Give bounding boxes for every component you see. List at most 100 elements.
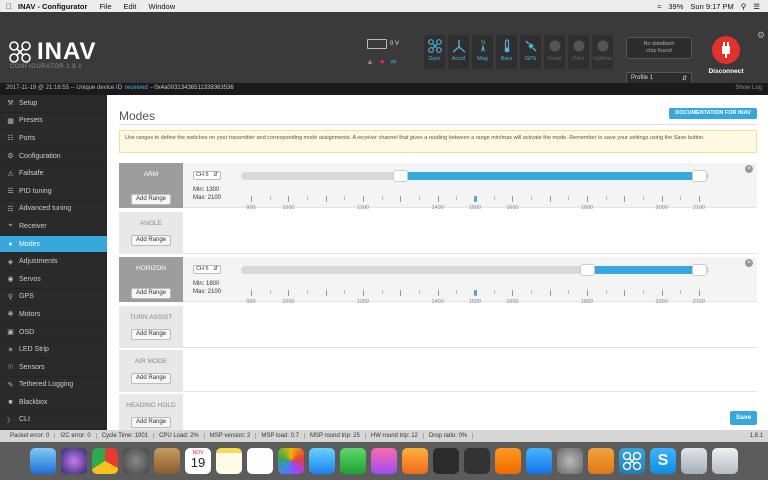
trash-icon[interactable] bbox=[712, 448, 738, 474]
sidebar-item-pid-tuning[interactable]: ☰ PID tuning bbox=[0, 183, 107, 201]
menu-list-icon[interactable]: ☰ bbox=[753, 2, 760, 11]
calendar-icon[interactable]: NOV 19 bbox=[185, 448, 211, 474]
sidebar-item-setup[interactable]: ⚒ Setup bbox=[0, 95, 107, 113]
range-slider[interactable]: 900 1000 1200 1400 1500 1600 1800 2000 2100 bbox=[241, 170, 709, 211]
range-handle-max[interactable] bbox=[692, 170, 707, 182]
mode-range-area bbox=[183, 306, 757, 348]
vlc-icon[interactable] bbox=[495, 448, 521, 474]
battery-percent[interactable]: 39% bbox=[668, 2, 683, 11]
add-range-button[interactable]: Add Range bbox=[131, 194, 171, 205]
chrome-icon[interactable] bbox=[92, 448, 118, 474]
menu-app-name[interactable]: INAV - Configurator bbox=[18, 2, 87, 11]
menu-edit[interactable]: Edit bbox=[124, 2, 137, 11]
sidebar-item-cli[interactable]: 〉 CLI bbox=[0, 412, 107, 430]
sidebar-item-gps[interactable]: ⚲ GPS bbox=[0, 289, 107, 307]
siri-icon[interactable] bbox=[61, 448, 87, 474]
channel-select[interactable]: CH 5 ⇵ bbox=[193, 171, 221, 180]
sidebar-item-osd[interactable]: ▣ OSD bbox=[0, 324, 107, 342]
add-range-button[interactable]: Add Range bbox=[131, 329, 171, 340]
range-handle-max[interactable] bbox=[692, 264, 707, 276]
add-range-button[interactable]: Add Range bbox=[131, 288, 171, 299]
apple-icon[interactable]:  bbox=[0, 2, 18, 11]
app-store-icon[interactable] bbox=[526, 448, 552, 474]
warning-icon: ▲ bbox=[366, 57, 374, 66]
add-range-button[interactable]: Add Range bbox=[131, 373, 171, 384]
clock[interactable]: Sun 9:17 PM bbox=[690, 2, 733, 11]
remove-range-icon[interactable]: × bbox=[745, 259, 753, 267]
sidebar-item-modes[interactable]: ● Modes bbox=[0, 235, 107, 254]
sidebar-item-motors[interactable]: ❋ Motors bbox=[0, 306, 107, 324]
sidebar-item-tethered-logging[interactable]: ✎ Tethered Logging bbox=[0, 377, 107, 395]
scale-tick-label: 1400 bbox=[431, 299, 444, 305]
contacts-icon[interactable] bbox=[154, 448, 180, 474]
show-log-link[interactable]: Show Log bbox=[735, 85, 762, 93]
mode-row-heading-hold: HEADING HOLD Add Range bbox=[119, 394, 757, 430]
skype-icon[interactable]: S bbox=[650, 448, 676, 474]
wifi-icon[interactable]: ≈ bbox=[657, 2, 661, 11]
range-handle-min[interactable] bbox=[393, 170, 409, 182]
reminders-icon[interactable] bbox=[247, 448, 273, 474]
add-range-button[interactable]: Add Range bbox=[131, 417, 171, 428]
scale-tick bbox=[680, 290, 682, 294]
menu-window[interactable]: Window bbox=[148, 2, 175, 11]
scale-tick bbox=[344, 196, 346, 200]
ibooks-icon[interactable] bbox=[402, 448, 428, 474]
brand-name: INAV bbox=[37, 38, 97, 65]
itunes-icon[interactable] bbox=[371, 448, 397, 474]
sensor-status-bar: Gyro Accel N Mag Baro GPS Sonar Pitot Optflow bbox=[424, 35, 613, 69]
sidebar-item-receiver[interactable]: ⌖ Receiver bbox=[0, 218, 107, 236]
scale-tick bbox=[456, 290, 458, 294]
sidebar-item-led-strip[interactable]: ☀ LED Strip bbox=[0, 341, 107, 359]
sidebar-item-label: Receiver bbox=[19, 222, 47, 230]
status-item: I2C error: 0 bbox=[55, 433, 97, 439]
finder-icon[interactable] bbox=[30, 448, 56, 474]
scale-tick bbox=[363, 290, 364, 296]
range-slider[interactable]: 900 1000 1200 1400 1500 1600 1800 2000 2100 bbox=[241, 264, 709, 305]
scale-tick bbox=[661, 196, 663, 202]
sidebar-item-configuration[interactable]: ⚙ Configuration bbox=[0, 148, 107, 166]
sidebar-item-adjustments[interactable]: ◈ Adjustments bbox=[0, 253, 107, 271]
sidebar-item-presets[interactable]: ▦ Presets bbox=[0, 113, 107, 131]
save-button[interactable]: Save bbox=[730, 411, 757, 425]
scale-tick bbox=[400, 290, 402, 296]
photos-icon[interactable] bbox=[278, 448, 304, 474]
quadcopter-logo-icon bbox=[9, 41, 31, 63]
inav-logo: INAV bbox=[9, 38, 97, 66]
range-handle-min[interactable] bbox=[580, 264, 595, 276]
mode-name: TURN ASSIST bbox=[129, 314, 173, 321]
system-preferences-icon[interactable] bbox=[557, 448, 583, 474]
spotlight-icon[interactable]: ⚲ bbox=[741, 2, 747, 11]
scale-tick bbox=[269, 196, 271, 200]
scale-tick bbox=[419, 196, 420, 200]
scale-tick bbox=[549, 196, 551, 202]
betaflight-icon[interactable] bbox=[464, 448, 490, 474]
terminal-icon[interactable] bbox=[433, 448, 459, 474]
settings-gear-icon[interactable]: ⚙ bbox=[757, 30, 765, 41]
sidebar-item-advanced-tuning[interactable]: ☲ Advanced tuning bbox=[0, 201, 107, 219]
disconnect-button[interactable]: Disconnect bbox=[706, 36, 746, 88]
sidebar-item-sensors[interactable]: ☉ Sensors bbox=[0, 359, 107, 377]
sidebar-item-blackbox[interactable]: ■ Blackbox bbox=[0, 394, 107, 412]
inav-app-icon[interactable] bbox=[619, 448, 645, 474]
sidebar-item-failsafe[interactable]: ⚠ Failsafe bbox=[0, 165, 107, 183]
notes-icon[interactable] bbox=[216, 448, 242, 474]
documentation-button[interactable]: DOCUMENTATION FOR INAV bbox=[669, 108, 757, 119]
sidebar-item-label: Setup bbox=[19, 99, 38, 107]
status-item: Cycle Time: 1001 bbox=[97, 433, 155, 439]
sensor-label: Pitot bbox=[572, 56, 584, 62]
status-item: Packet error: 0 bbox=[5, 433, 56, 439]
launchpad-icon[interactable] bbox=[123, 448, 149, 474]
channel-select[interactable]: CH 5 ⇵ bbox=[193, 265, 221, 274]
sidebar-item-ports[interactable]: ☷ Ports bbox=[0, 130, 107, 148]
menu-file[interactable]: File bbox=[99, 2, 111, 11]
add-range-button[interactable]: Add Range bbox=[131, 235, 171, 246]
sidebar-item-label: Modes bbox=[19, 240, 41, 248]
facetime-icon[interactable] bbox=[340, 448, 366, 474]
remove-range-icon[interactable]: × bbox=[745, 165, 753, 173]
log-received: received bbox=[125, 85, 148, 91]
scale-tick bbox=[307, 196, 308, 200]
sidebar-item-servos[interactable]: ◉ Servos bbox=[0, 271, 107, 289]
messages-icon[interactable] bbox=[309, 448, 335, 474]
inav-configurator-icon[interactable] bbox=[588, 448, 614, 474]
downloads-icon[interactable] bbox=[681, 448, 707, 474]
